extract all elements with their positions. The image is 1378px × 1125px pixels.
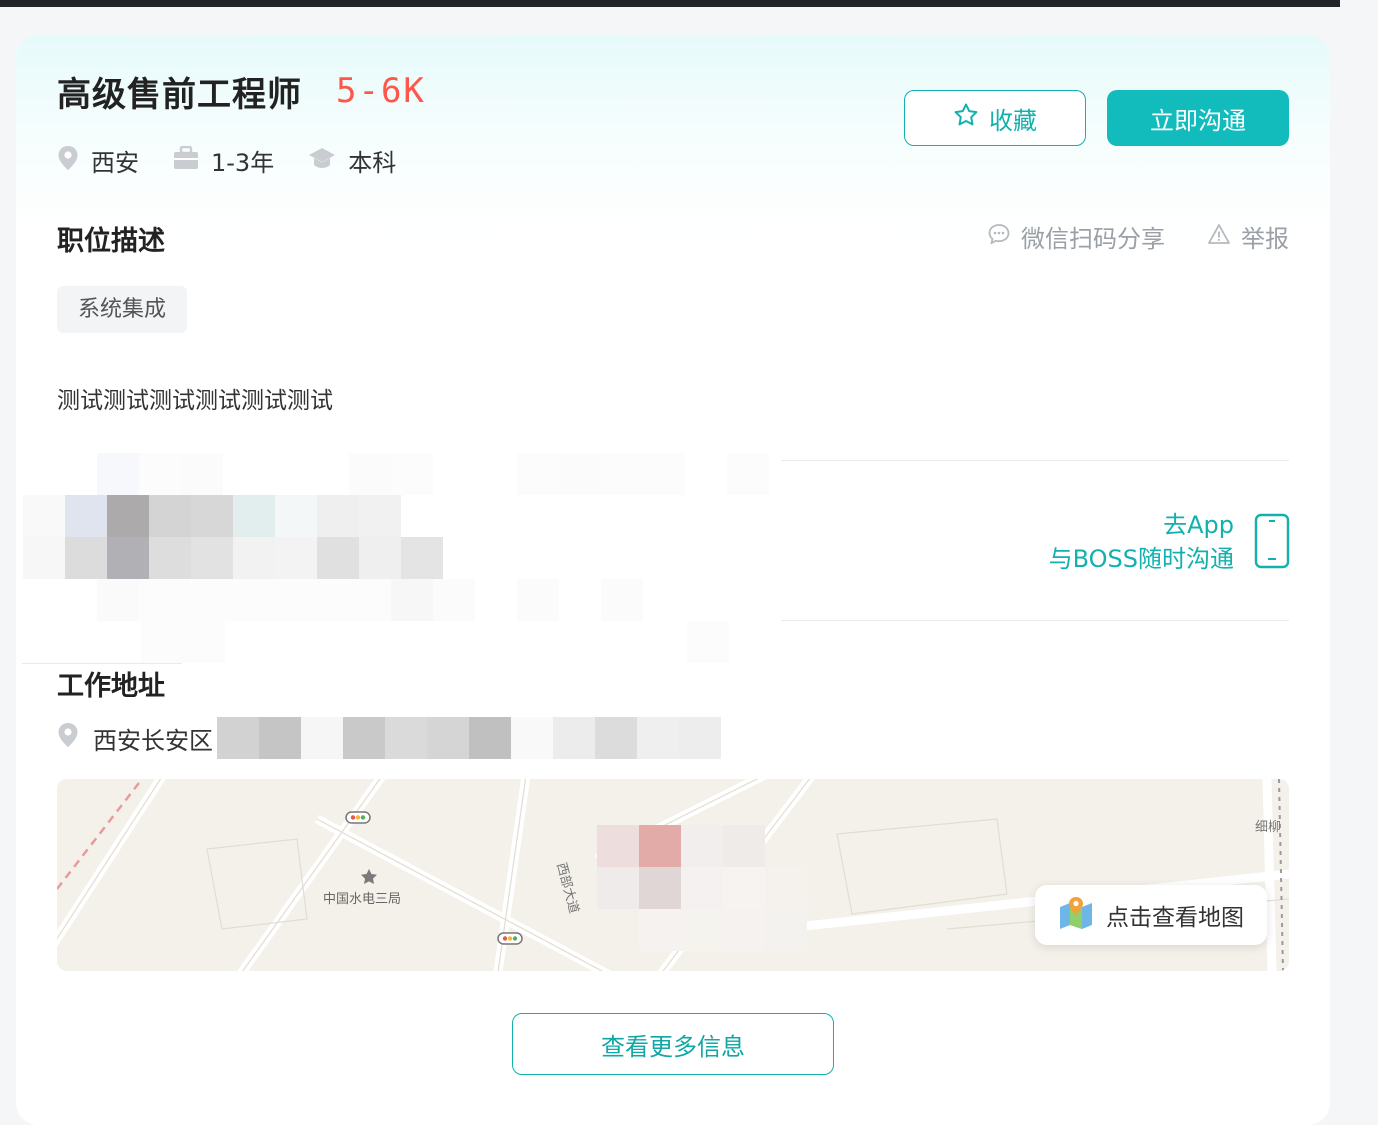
- meta-experience: 1-3年: [173, 143, 274, 178]
- address-redacted: [217, 717, 721, 759]
- star-icon: [953, 102, 989, 134]
- warning-icon: [1207, 222, 1241, 252]
- report-link[interactable]: 举报: [1207, 219, 1289, 254]
- page-right-gutter: [1340, 0, 1378, 1104]
- favorite-button[interactable]: 收藏: [904, 90, 1086, 146]
- job-description-title: 职位描述: [57, 226, 165, 257]
- window-top-bar: [0, 0, 1378, 7]
- location-map[interactable]: 中国水电三局 细柳 西部大道 点击查看地图: [57, 779, 1289, 971]
- mobile-phone-icon: [1254, 513, 1290, 573]
- location-pin-icon: [57, 145, 91, 177]
- app-promo-bottom-divider: [781, 620, 1289, 621]
- report-label: 举报: [1241, 225, 1289, 253]
- map-label-poi: 中国水电三局: [323, 892, 401, 907]
- wechat-share-label: 微信扫码分享: [1021, 225, 1165, 253]
- view-map-label: 点击查看地图: [1106, 905, 1244, 931]
- map-icon: [1058, 895, 1106, 935]
- chat-bubble-icon: [987, 222, 1021, 252]
- work-address: 西安长安区: [57, 717, 721, 759]
- meta-city: 西安: [57, 143, 139, 178]
- work-address-title: 工作地址: [57, 671, 165, 702]
- app-promo-link[interactable]: 去App 与BOSS随时沟通: [1049, 508, 1234, 576]
- map-label-road-east: 细柳: [1255, 820, 1281, 835]
- job-detail-card: 高级售前工程师 5-6K 西安 1-3年 本科 收藏 立即沟通 职位描述 微信扫…: [16, 35, 1330, 1125]
- chat-now-button[interactable]: 立即沟通: [1107, 90, 1289, 146]
- app-promo-line1: 去App: [1163, 511, 1234, 539]
- view-more-info-button[interactable]: 查看更多信息: [512, 1013, 834, 1075]
- view-map-button[interactable]: 点击查看地图: [1035, 885, 1267, 945]
- wechat-share-link[interactable]: 微信扫码分享: [987, 219, 1165, 254]
- meta-degree: 本科: [308, 143, 396, 178]
- salary: 5-6K: [336, 71, 426, 111]
- app-promo-top-divider: [781, 460, 1289, 461]
- favorite-label: 收藏: [989, 106, 1037, 135]
- briefcase-icon: [173, 145, 211, 176]
- degree-text: 本科: [348, 149, 397, 177]
- location-pin-icon: [57, 722, 93, 754]
- graduation-cap-icon: [308, 146, 348, 176]
- skill-tag: 系统集成: [57, 286, 188, 333]
- address-text: 西安长安区: [93, 726, 213, 755]
- app-promo-line2: 与BOSS随时沟通: [1048, 545, 1234, 573]
- city-text: 西安: [91, 149, 139, 177]
- job-meta: 西安 1-3年 本科: [57, 143, 430, 178]
- experience-text: 1-3年: [211, 149, 275, 177]
- job-description-text: 测试测试测试测试测试测试: [57, 388, 333, 414]
- job-title: 高级售前工程师: [57, 75, 302, 115]
- description-tools: 微信扫码分享 举报: [945, 219, 1289, 254]
- recruiter-info-redacted: [16, 453, 796, 668]
